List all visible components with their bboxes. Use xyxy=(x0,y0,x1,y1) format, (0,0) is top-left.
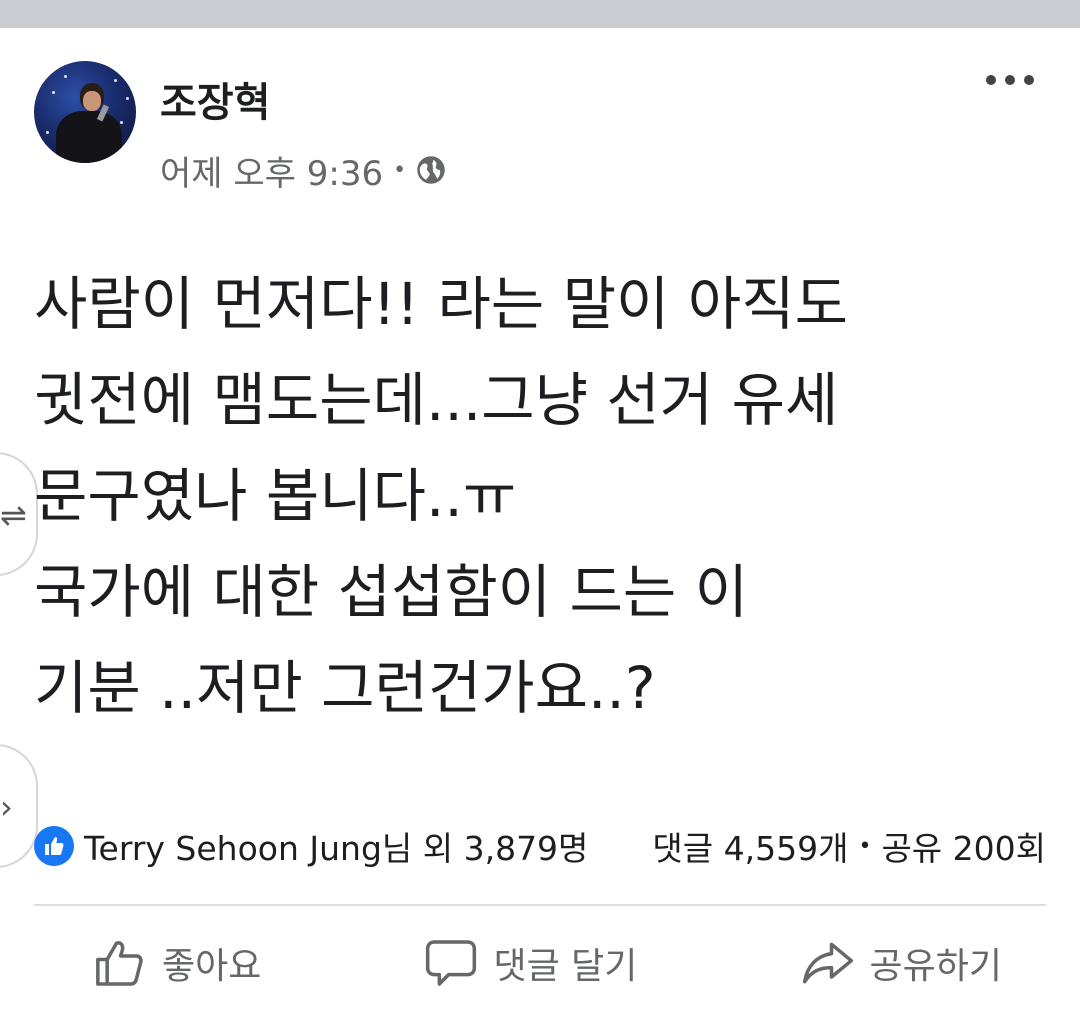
chevron-right-icon: › xyxy=(0,788,13,826)
post-time[interactable]: 어제 오후 9:36 xyxy=(160,146,383,195)
status-bar-strip xyxy=(0,0,1080,28)
reaction-text: Terry Sehoon Jung님 외 3,879명 xyxy=(84,829,589,868)
post-line: 사람이 먼저다!! 라는 말이 아직도 xyxy=(34,270,848,338)
share-arrow-icon xyxy=(802,942,853,984)
comment-count[interactable]: 댓글 4,559개 xyxy=(652,822,848,870)
post-line: 기분 ..저만 그런건가요..? xyxy=(34,654,656,722)
post-line: 문구였나 봅니다..ㅠ xyxy=(34,462,517,530)
comment-bubble-icon xyxy=(426,940,477,986)
share-button[interactable]: 공유하기 xyxy=(800,928,1002,998)
avatar[interactable] xyxy=(34,61,136,163)
like-reaction-icon xyxy=(34,826,74,866)
comment-button[interactable]: 댓글 달기 xyxy=(423,928,637,998)
like-button[interactable]: 좋아요 xyxy=(92,928,261,998)
post-stats: 댓글 4,559개 • 공유 200회 xyxy=(652,822,1046,870)
like-label: 좋아요 xyxy=(162,946,262,987)
globe-icon xyxy=(417,156,445,184)
more-options-icon[interactable] xyxy=(986,60,1034,100)
post-meta: 어제 오후 9:36 • xyxy=(160,146,446,195)
stats-separator: • xyxy=(858,833,872,859)
thumbs-up-icon xyxy=(96,941,143,986)
post-line: 귓전에 맴도는데...그냥 선거 유세 xyxy=(34,366,839,434)
share-count[interactable]: 공유 200회 xyxy=(881,822,1046,870)
side-swap-tab[interactable]: ⇌ xyxy=(0,452,38,576)
comment-label: 댓글 달기 xyxy=(493,946,638,987)
divider xyxy=(34,904,1046,906)
author-name[interactable]: 조장혁 xyxy=(160,70,270,128)
post-content: 사람이 먼저다!! 라는 말이 아직도 귓전에 맴도는데...그냥 선거 유세 … xyxy=(34,256,1044,736)
meta-separator: • xyxy=(393,157,407,183)
post-line: 국가에 대한 섭섭함이 드는 이 xyxy=(34,558,749,626)
reaction-summary[interactable]: Terry Sehoon Jung님 외 3,879명 xyxy=(34,822,588,870)
side-expand-tab[interactable]: › xyxy=(0,744,38,868)
action-bar: 좋아요 댓글 달기 공유하기 xyxy=(34,928,1046,998)
swap-arrows-icon: ⇌ xyxy=(0,496,27,534)
share-label: 공유하기 xyxy=(869,946,1002,987)
